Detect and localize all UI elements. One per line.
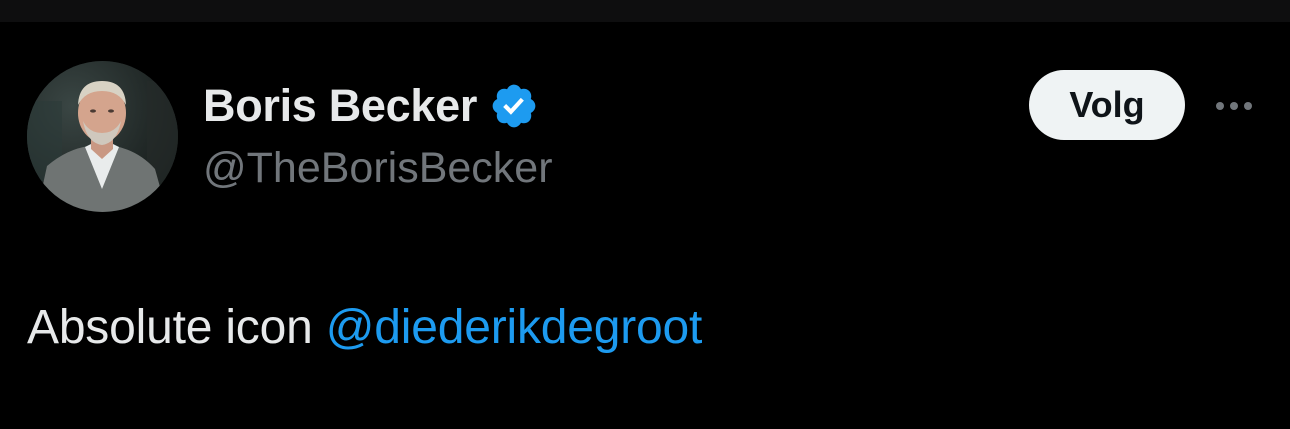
author-name-row[interactable]: Boris Becker [203, 76, 539, 136]
top-strip [0, 0, 1290, 22]
tweet-text: Absolute icon @diederikdegroot [27, 300, 702, 355]
verified-badge-icon[interactable] [489, 81, 539, 131]
more-horizontal-icon[interactable] [1208, 86, 1268, 126]
follow-button[interactable]: Volg [1029, 70, 1185, 140]
author-handle[interactable]: @TheBorisBecker [203, 144, 553, 193]
avatar[interactable] [27, 61, 178, 212]
tweet-body: Absolute icon [27, 301, 313, 354]
tweet-mention-link[interactable]: @diederikdegroot [326, 301, 703, 354]
author-display-name[interactable]: Boris Becker [203, 80, 477, 132]
